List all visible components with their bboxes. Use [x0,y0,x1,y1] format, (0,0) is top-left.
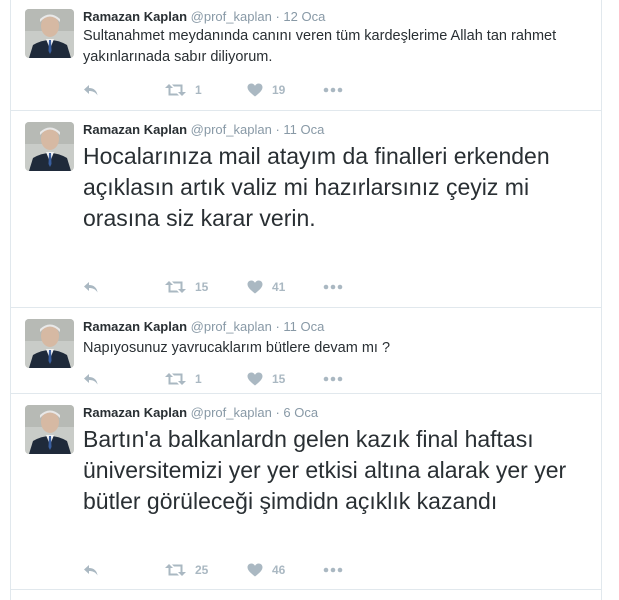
reply-button[interactable] [83,371,99,387]
author-username[interactable]: @prof_kaplan [191,9,272,24]
heart-icon [247,280,263,294]
tweet-timestamp[interactable]: 6 Oca [283,405,318,420]
more-dots-icon [323,87,343,93]
author-username[interactable]: @prof_kaplan [191,405,272,420]
retweet-icon [165,373,186,385]
retweet-count: 1 [195,83,202,97]
tweet[interactable]: Ramazan Kaplan @prof_kaplan · 11 Oca Hoc… [11,111,601,308]
tweet-text: Bartın'a balkanlardn gelen kazık final h… [83,426,567,514]
header-separator: · [275,122,280,137]
header-separator: · [275,405,280,420]
tweet-text: Napıyosunuz yavrucaklarım bütlere devam … [83,340,391,356]
author-name[interactable]: Ramazan Kaplan [83,122,187,137]
avatar-image [25,405,74,454]
retweet-button[interactable]: 1 [165,371,202,387]
timeline: Ramazan Kaplan @prof_kaplan · 12 Oca Sul… [0,0,619,600]
tweet[interactable]: Ramazan Kaplan @prof_kaplan · 6 Oca Bart… [11,394,601,590]
more-dots-icon [323,376,343,382]
tweet-timestamp[interactable]: 11 Oca [283,319,324,334]
heart-icon [247,372,263,386]
tweet-text: Sultanahmet meydanında canını veren tüm … [83,28,557,65]
heart-icon [247,83,263,97]
more-button[interactable] [323,279,343,295]
reply-button[interactable] [83,279,99,295]
more-button[interactable] [323,82,343,98]
like-count: 46 [272,563,286,577]
retweet-count: 1 [195,372,202,386]
reply-button[interactable] [83,82,99,98]
author-username[interactable]: @prof_kaplan [191,122,272,137]
tweet-text: Hocalarınıza mail atayım da finalleri er… [83,143,550,231]
avatar-image [25,319,74,368]
like-button[interactable]: 15 [247,371,285,387]
retweet-icon [165,84,186,96]
retweet-count: 15 [195,280,209,294]
reply-icon [84,85,98,96]
author-name[interactable]: Ramazan Kaplan [83,9,187,24]
retweet-icon [165,281,186,293]
like-button[interactable]: 46 [247,562,285,578]
reply-icon [84,565,98,576]
more-button[interactable] [323,562,343,578]
header-separator: · [275,9,280,24]
retweet-count: 25 [195,563,209,577]
like-count: 41 [272,280,286,294]
avatar[interactable] [25,405,74,454]
tweet-header: Ramazan Kaplan @prof_kaplan · 12 Oca [83,9,325,25]
more-dots-icon [323,284,343,290]
heart-icon [247,563,263,577]
tweet-header: Ramazan Kaplan @prof_kaplan · 11 Oca [83,122,324,138]
reply-button[interactable] [83,562,99,578]
tweet-header: Ramazan Kaplan @prof_kaplan · 11 Oca [83,319,324,335]
tweet-timestamp[interactable]: 12 Oca [283,9,325,24]
like-count: 15 [272,372,286,386]
author-name[interactable]: Ramazan Kaplan [83,405,187,420]
like-count: 19 [272,83,286,97]
avatar[interactable] [25,9,74,58]
tweet-timestamp[interactable]: 11 Oca [283,122,324,137]
tweet-header: Ramazan Kaplan @prof_kaplan · 6 Oca [83,405,318,421]
more-button[interactable] [323,371,343,387]
more-dots-icon [323,567,343,573]
tweet[interactable]: Ramazan Kaplan @prof_kaplan · 11 Oca Nap… [11,308,601,394]
like-button[interactable]: 41 [247,279,285,295]
avatar-image [25,122,74,171]
like-button[interactable]: 19 [247,82,285,98]
avatar[interactable] [25,122,74,171]
reply-icon [84,282,98,293]
avatar-image [25,9,74,58]
author-username[interactable]: @prof_kaplan [191,319,272,334]
header-separator: · [275,319,280,334]
avatar[interactable] [25,319,74,368]
retweet-button[interactable]: 1 [165,82,202,98]
timeline-border-right [601,0,602,600]
reply-icon [84,374,98,385]
retweet-button[interactable]: 15 [165,279,208,295]
author-name[interactable]: Ramazan Kaplan [83,319,187,334]
retweet-icon [165,564,186,576]
retweet-button[interactable]: 25 [165,562,208,578]
tweet[interactable]: Ramazan Kaplan @prof_kaplan · 12 Oca Sul… [11,0,601,111]
